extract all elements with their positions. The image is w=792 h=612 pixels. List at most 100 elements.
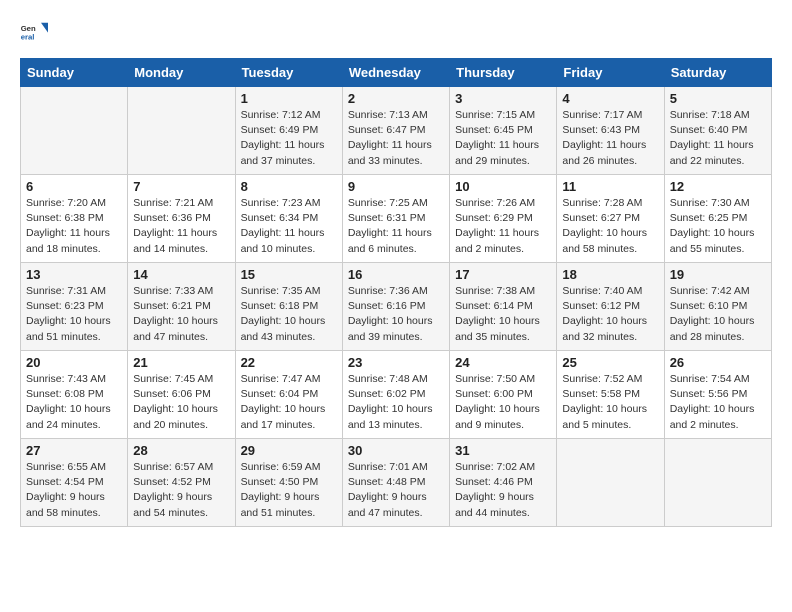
calendar-cell: 4Sunrise: 7:17 AM Sunset: 6:43 PM Daylig… — [557, 87, 664, 175]
day-number: 13 — [26, 267, 122, 282]
calendar-cell: 13 Sunrise: 7:31 AM Sunset: 6:23 PM Dayli… — [21, 263, 128, 351]
calendar-cell — [128, 87, 235, 175]
day-number: 22 — [241, 355, 337, 370]
header-day-tuesday: Tuesday — [235, 59, 342, 87]
calendar-cell: 24 Sunrise: 7:50 AM Sunset: 6:00 PM Dayli… — [450, 351, 557, 439]
calendar-week-row: 20Sunrise: 7:43 AM Sunset: 6:08 PM Dayli… — [21, 351, 772, 439]
header-day-sunday: Sunday — [21, 59, 128, 87]
day-info: Sunrise: 7:30 AM Sunset: 6:25 PM Dayligh… — [670, 196, 766, 257]
day-number: 7 — [133, 179, 229, 194]
calendar-cell: 30Sunrise: 7:01 AM Sunset: 4:48 PM Dayli… — [342, 439, 449, 527]
day-number: 30 — [348, 443, 444, 458]
day-info: Sunrise: 7:35 AM Sunset: 6:18 PM Dayligh… — [241, 284, 337, 345]
day-number: 28 — [133, 443, 229, 458]
day-number: 16 — [348, 267, 444, 282]
calendar-header-row: SundayMondayTuesdayWednesdayThursdayFrid… — [21, 59, 772, 87]
day-number: 21 — [133, 355, 229, 370]
day-number: 5 — [670, 91, 766, 106]
day-number: 3 — [455, 91, 551, 106]
day-number: 18 — [562, 267, 658, 282]
calendar-cell: 2 Sunrise: 7:13 AM Sunset: 6:47 PM Daylig… — [342, 87, 449, 175]
day-info: Sunrise: 7:47 AM Sunset: 6:04 PM Dayligh… — [241, 372, 337, 433]
calendar-cell — [21, 87, 128, 175]
calendar-cell: 14 Sunrise: 7:33 AM Sunset: 6:21 PM Dayli… — [128, 263, 235, 351]
calendar-cell: 21 Sunrise: 7:45 AM Sunset: 6:06 PM Dayli… — [128, 351, 235, 439]
day-info: Sunrise: 7:21 AM Sunset: 6:36 PM Dayligh… — [133, 196, 229, 257]
calendar-cell: 6 Sunrise: 7:20 AM Sunset: 6:38 PM Daylig… — [21, 175, 128, 263]
day-info: Sunrise: 7:40 AM Sunset: 6:12 PM Dayligh… — [562, 284, 658, 345]
day-info: Sunrise: 7:18 AM Sunset: 6:40 PM Dayligh… — [670, 108, 766, 169]
day-number: 6 — [26, 179, 122, 194]
header: Gen eral — [20, 20, 772, 48]
calendar-week-row: 1Sunrise: 7:12 AM Sunset: 6:49 PM Daylig… — [21, 87, 772, 175]
day-info: Sunrise: 7:52 AM Sunset: 5:58 PM Dayligh… — [562, 372, 658, 433]
day-info: Sunrise: 7:45 AM Sunset: 6:06 PM Dayligh… — [133, 372, 229, 433]
calendar-cell: 23 Sunrise: 7:48 AM Sunset: 6:02 PM Dayli… — [342, 351, 449, 439]
day-info: Sunrise: 7:31 AM Sunset: 6:23 PM Dayligh… — [26, 284, 122, 345]
day-info: Sunrise: 6:57 AM Sunset: 4:52 PM Dayligh… — [133, 460, 229, 521]
calendar-cell: 7 Sunrise: 7:21 AM Sunset: 6:36 PM Daylig… — [128, 175, 235, 263]
header-day-monday: Monday — [128, 59, 235, 87]
calendar-table: SundayMondayTuesdayWednesdayThursdayFrid… — [20, 58, 772, 527]
day-number: 2 — [348, 91, 444, 106]
calendar-cell: 28 Sunrise: 6:57 AM Sunset: 4:52 PM Dayli… — [128, 439, 235, 527]
day-number: 14 — [133, 267, 229, 282]
day-number: 17 — [455, 267, 551, 282]
calendar-cell: 19 Sunrise: 7:42 AM Sunset: 6:10 PM Dayli… — [664, 263, 771, 351]
day-info: Sunrise: 7:28 AM Sunset: 6:27 PM Dayligh… — [562, 196, 658, 257]
logo: Gen eral — [20, 20, 52, 48]
calendar-cell: 11 Sunrise: 7:28 AM Sunset: 6:27 PM Dayli… — [557, 175, 664, 263]
svg-text:eral: eral — [21, 33, 35, 42]
day-number: 29 — [241, 443, 337, 458]
day-info: Sunrise: 7:15 AM Sunset: 6:45 PM Dayligh… — [455, 108, 551, 169]
header-day-wednesday: Wednesday — [342, 59, 449, 87]
calendar-cell: 10 Sunrise: 7:26 AM Sunset: 6:29 PM Dayli… — [450, 175, 557, 263]
day-number: 20 — [26, 355, 122, 370]
day-info: Sunrise: 7:48 AM Sunset: 6:02 PM Dayligh… — [348, 372, 444, 433]
day-info: Sunrise: 7:23 AM Sunset: 6:34 PM Dayligh… — [241, 196, 337, 257]
day-info: Sunrise: 7:33 AM Sunset: 6:21 PM Dayligh… — [133, 284, 229, 345]
day-info: Sunrise: 7:38 AM Sunset: 6:14 PM Dayligh… — [455, 284, 551, 345]
day-number: 15 — [241, 267, 337, 282]
day-number: 10 — [455, 179, 551, 194]
day-number: 23 — [348, 355, 444, 370]
header-day-thursday: Thursday — [450, 59, 557, 87]
calendar-cell: 26 Sunrise: 7:54 AM Sunset: 5:56 PM Dayli… — [664, 351, 771, 439]
calendar-week-row: 27 Sunrise: 6:55 AM Sunset: 4:54 PM Dayli… — [21, 439, 772, 527]
calendar-cell: 15 Sunrise: 7:35 AM Sunset: 6:18 PM Dayli… — [235, 263, 342, 351]
day-number: 25 — [562, 355, 658, 370]
logo-icon: Gen eral — [20, 20, 48, 48]
calendar-cell: 29Sunrise: 6:59 AM Sunset: 4:50 PM Dayli… — [235, 439, 342, 527]
calendar-cell: 17 Sunrise: 7:38 AM Sunset: 6:14 PM Dayli… — [450, 263, 557, 351]
day-info: Sunrise: 7:25 AM Sunset: 6:31 PM Dayligh… — [348, 196, 444, 257]
day-number: 11 — [562, 179, 658, 194]
day-info: Sunrise: 7:54 AM Sunset: 5:56 PM Dayligh… — [670, 372, 766, 433]
day-info: Sunrise: 7:50 AM Sunset: 6:00 PM Dayligh… — [455, 372, 551, 433]
day-number: 27 — [26, 443, 122, 458]
day-number: 9 — [348, 179, 444, 194]
day-number: 26 — [670, 355, 766, 370]
day-info: Sunrise: 7:02 AM Sunset: 4:46 PM Dayligh… — [455, 460, 551, 521]
calendar-cell: 25 Sunrise: 7:52 AM Sunset: 5:58 PM Dayli… — [557, 351, 664, 439]
day-info: Sunrise: 7:13 AM Sunset: 6:47 PM Dayligh… — [348, 108, 444, 169]
calendar-cell: 16 Sunrise: 7:36 AM Sunset: 6:16 PM Dayli… — [342, 263, 449, 351]
calendar-cell: 31 Sunrise: 7:02 AM Sunset: 4:46 PM Dayli… — [450, 439, 557, 527]
day-info: Sunrise: 7:42 AM Sunset: 6:10 PM Dayligh… — [670, 284, 766, 345]
day-info: Sunrise: 7:36 AM Sunset: 6:16 PM Dayligh… — [348, 284, 444, 345]
calendar-cell — [557, 439, 664, 527]
day-number: 24 — [455, 355, 551, 370]
calendar-cell: 8Sunrise: 7:23 AM Sunset: 6:34 PM Daylig… — [235, 175, 342, 263]
calendar-week-row: 6 Sunrise: 7:20 AM Sunset: 6:38 PM Daylig… — [21, 175, 772, 263]
calendar-cell: 20Sunrise: 7:43 AM Sunset: 6:08 PM Dayli… — [21, 351, 128, 439]
calendar-cell — [664, 439, 771, 527]
day-info: Sunrise: 6:55 AM Sunset: 4:54 PM Dayligh… — [26, 460, 122, 521]
day-info: Sunrise: 7:26 AM Sunset: 6:29 PM Dayligh… — [455, 196, 551, 257]
day-info: Sunrise: 7:20 AM Sunset: 6:38 PM Dayligh… — [26, 196, 122, 257]
day-number: 31 — [455, 443, 551, 458]
svg-text:Gen: Gen — [21, 24, 36, 33]
day-number: 19 — [670, 267, 766, 282]
calendar-cell: 22 Sunrise: 7:47 AM Sunset: 6:04 PM Dayli… — [235, 351, 342, 439]
calendar-cell: 9 Sunrise: 7:25 AM Sunset: 6:31 PM Daylig… — [342, 175, 449, 263]
calendar-cell: 1Sunrise: 7:12 AM Sunset: 6:49 PM Daylig… — [235, 87, 342, 175]
header-day-friday: Friday — [557, 59, 664, 87]
